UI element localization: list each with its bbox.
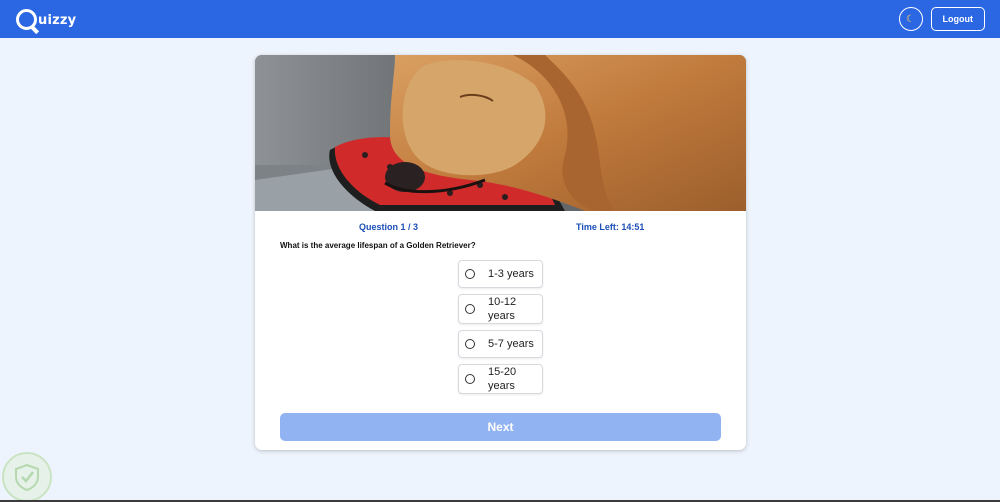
watermark-logo — [2, 452, 52, 502]
option-1-3-years[interactable]: 1-3 years — [458, 260, 543, 288]
top-navbar: uizzy ☾ Logout — [0, 0, 1000, 38]
shield-check-icon — [15, 463, 39, 492]
radio-button[interactable] — [465, 339, 475, 349]
option-15-20-years[interactable]: 15-20 years — [458, 364, 543, 394]
theme-toggle-button[interactable]: ☾ — [898, 7, 923, 31]
radio-button[interactable] — [465, 304, 475, 314]
option-label: 1-3 years — [488, 268, 534, 280]
question-image — [255, 55, 746, 211]
dog-photo-illustration — [255, 55, 746, 211]
logo-text: uizzy — [38, 12, 77, 28]
logout-button[interactable]: Logout — [930, 7, 985, 31]
option-label: 15-20 years — [488, 366, 517, 392]
question-text: What is the average lifespan of a Golden… — [280, 241, 476, 250]
next-button[interactable]: Next — [280, 413, 721, 441]
question-counter: Question 1 / 3 — [359, 222, 419, 232]
quiz-card: Question 1 / 3 Time Left: 14:51 What is … — [255, 55, 746, 450]
option-10-12-years[interactable]: 10-12 years — [458, 294, 543, 324]
option-5-7-years[interactable]: 5-7 years — [458, 330, 543, 358]
quizzy-logo[interactable]: uizzy — [16, 8, 77, 30]
option-label: 5-7 years — [488, 338, 534, 350]
navbar-actions: ☾ Logout — [898, 7, 985, 31]
radio-button[interactable] — [465, 374, 475, 384]
logo-q-icon — [16, 8, 37, 30]
radio-button[interactable] — [465, 269, 475, 279]
time-left: Time Left: 14:51 — [576, 222, 645, 232]
moon-icon: ☾ — [906, 13, 915, 25]
option-label: 10-12 years — [488, 296, 517, 322]
